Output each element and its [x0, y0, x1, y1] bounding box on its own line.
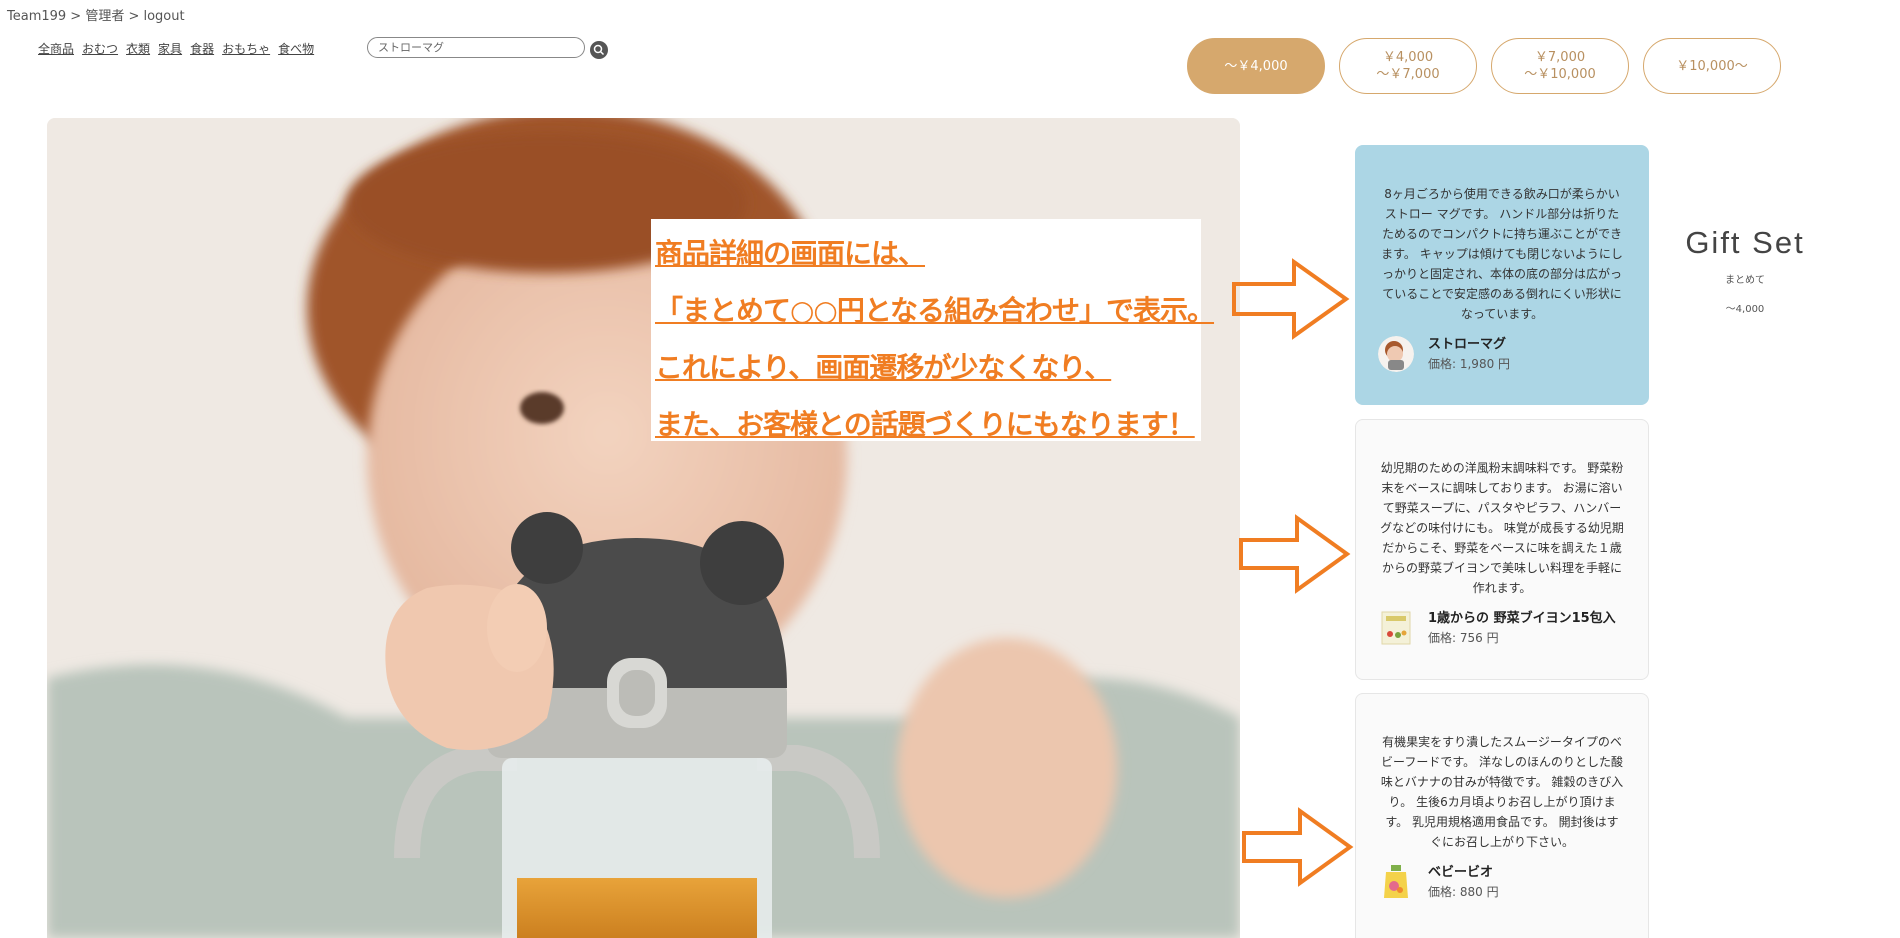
product-price: 価格: 756 円 — [1428, 631, 1499, 645]
arrow-right-icon — [1232, 258, 1350, 340]
nav-food[interactable]: 食べ物 — [278, 40, 314, 57]
price-filter-under-4000[interactable]: ～￥4,000 — [1187, 38, 1325, 94]
product-price: 価格: 880 円 — [1428, 885, 1499, 899]
arrow-right-icon — [1239, 514, 1351, 594]
search-button[interactable] — [590, 41, 608, 59]
product-name[interactable]: 1歳からの 野菜ブイヨン15包入 — [1428, 610, 1616, 628]
search-icon — [593, 44, 605, 56]
nav-diapers[interactable]: おむつ — [82, 40, 118, 57]
product-thumbnail — [1384, 865, 1408, 898]
callout-line-3: これにより、画面遷移が少なくなり、 — [655, 351, 1112, 384]
price-filter-7000-10000[interactable]: ￥7,000 ～￥10,000 — [1491, 38, 1629, 94]
product-name[interactable]: ベビービオ — [1428, 864, 1499, 882]
nav-furniture[interactable]: 家具 — [158, 40, 182, 57]
nav-clothes[interactable]: 衣類 — [126, 40, 150, 57]
product-description: 有機果実をすり潰したスムージータイプのベビーフードです。 洋なしのほんのりとした… — [1380, 735, 1624, 849]
nav-toys[interactable]: おもちゃ — [222, 40, 270, 57]
arrow-right-icon — [1242, 807, 1354, 887]
callout-line-1: 商品詳細の画面には、 — [655, 237, 926, 270]
callout-line-2: 「まとめて○○円となる組み合わせ」で表示。 — [655, 294, 1215, 327]
product-card-straw-mug[interactable]: 8ヶ月ごろから使用できる飲み口が柔らかいストロー マグです。 ハンドル部分は折り… — [1355, 145, 1649, 405]
nav-all[interactable]: 全商品 — [38, 40, 74, 57]
price-filter-over-10000[interactable]: ￥10,000～ — [1643, 38, 1781, 94]
gift-set-subtitle: まとめて — [1725, 275, 1765, 286]
gift-set-price: ～4,000 — [1725, 304, 1765, 315]
product-price: 価格: 1,980 円 — [1428, 357, 1511, 371]
feature-callout: 商品詳細の画面には、 「まとめて○○円となる組み合わせ」で表示。 これにより、画… — [651, 219, 1215, 441]
product-name[interactable]: ストローマグ — [1428, 336, 1510, 354]
product-description: 8ヶ月ごろから使用できる飲み口が柔らかいストロー マグです。 ハンドル部分は折り… — [1381, 187, 1623, 321]
product-thumbnail — [1381, 611, 1411, 645]
product-card-baby-bio[interactable]: 有機果実をすり潰したスムージータイプのベビーフードです。 洋なしのほんのりとした… — [1355, 693, 1649, 938]
breadcrumb[interactable]: Team199 > 管理者 > logout — [7, 5, 185, 24]
nav-tableware[interactable]: 食器 — [190, 40, 214, 57]
category-nav: 全商品 おむつ 衣類 家具 食器 おもちゃ 食べ物 — [38, 40, 314, 57]
product-description: 幼児期のための洋風粉末調味料です。 野菜粉末をベースに調味しております。 お湯に… — [1380, 461, 1624, 595]
callout-line-4: また、お客様との話題づくりにもなります！ — [655, 408, 1196, 441]
product-thumbnail — [1378, 336, 1414, 372]
search-input[interactable] — [367, 37, 585, 58]
product-card-vegetable-bouillon[interactable]: 幼児期のための洋風粉末調味料です。 野菜粉末をベースに調味しております。 お湯に… — [1355, 419, 1649, 680]
gift-set-title: Gift Set — [1685, 225, 1805, 260]
price-filter-4000-7000[interactable]: ￥4,000 ～￥7,000 — [1339, 38, 1477, 94]
gift-set-summary: Gift Set まとめて ～4,000 — [1670, 225, 1820, 315]
